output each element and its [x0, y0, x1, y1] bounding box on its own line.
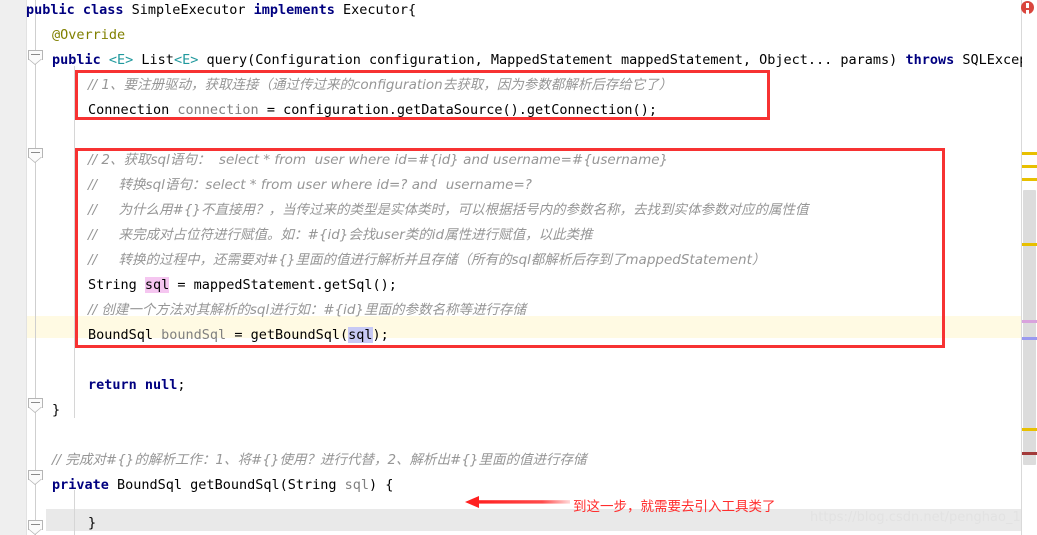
- code-token: public class: [26, 2, 132, 18]
- code-token: implements: [253, 2, 343, 18]
- code-line[interactable]: return null;: [88, 375, 186, 396]
- code-fold-icon[interactable]: [28, 50, 43, 65]
- code-token: boundSql: [161, 327, 227, 343]
- rail-marker[interactable]: [1022, 243, 1037, 246]
- code-token: ) {: [369, 477, 394, 493]
- code-line[interactable]: BoundSql boundSql = getBoundSql(sql);: [88, 325, 389, 346]
- code-token: private: [52, 477, 118, 493]
- annotation-note-text: 到这一步，就需要去引入工具类了: [573, 499, 776, 515]
- code-token: = getBoundSql(: [226, 327, 349, 343]
- arrow-icon: [465, 496, 570, 508]
- code-fold-icon[interactable]: [28, 470, 43, 485]
- code-token: // 2、获取sql语句： select * from user where i…: [88, 152, 669, 168]
- code-token: }: [88, 515, 97, 531]
- code-token: BoundSql getBoundSql(String: [117, 477, 345, 493]
- code-line[interactable]: }: [52, 400, 60, 421]
- code-line[interactable]: // 完成对#{}的解析工作：1、将#{}使用？进行代替，2、解析出#{}里面的…: [52, 450, 587, 471]
- code-token: <E>: [108, 52, 142, 68]
- code-token: ;: [177, 377, 186, 393]
- rail-marker[interactable]: [1022, 178, 1037, 181]
- rail-marker[interactable]: [1022, 452, 1037, 455]
- watermark-text: https://blog.csdn.net/penghao_1: [810, 510, 1021, 525]
- code-line[interactable]: Connection connection = configuration.ge…: [88, 100, 657, 121]
- code-token: // 转换的过程中，还需要对#{}里面的值进行解析并且存储（所有的sql都解析后…: [88, 252, 766, 268]
- code-token: throws: [905, 52, 963, 68]
- code-line[interactable]: // 创建一个方法对其解析的sql进行如：#{id}里面的参数名称等进行存储: [88, 300, 526, 321]
- code-token: SimpleExecutor: [131, 2, 254, 18]
- code-token: Connection: [88, 102, 178, 118]
- rail-marker[interactable]: [1022, 428, 1037, 431]
- indent-guide: [74, 490, 75, 535]
- code-line[interactable]: // 为什么用#{}不直接用？，当传过来的类型是实体类时，可以根据括号内的参数名…: [88, 200, 809, 221]
- code-fold-icon[interactable]: [28, 398, 43, 413]
- rail-marker[interactable]: [1022, 320, 1037, 323]
- code-token: }: [52, 402, 61, 418]
- code-line[interactable]: // 转换sql语句：select * from user where id=?…: [88, 175, 532, 196]
- code-line[interactable]: @Override: [52, 25, 125, 46]
- code-fold-icon[interactable]: [28, 520, 43, 535]
- code-token: connection: [177, 102, 259, 118]
- code-token: <E>: [173, 52, 199, 68]
- vertical-scrollbar-thumb[interactable]: [1023, 190, 1036, 465]
- fold-rail: [35, 0, 36, 535]
- code-line[interactable]: private BoundSql getBoundSql(String sql)…: [52, 475, 393, 496]
- code-token: = configuration.getDataSource().getConne…: [258, 102, 657, 118]
- code-token: // 转换sql语句：select * from user where id=?…: [88, 177, 532, 193]
- code-token: // 来完成对占位符进行赋值。如：#{id}会找user类的id属性进行赋值，以…: [88, 227, 593, 243]
- code-token: BoundSql: [88, 327, 162, 343]
- code-token: sql: [144, 277, 170, 293]
- code-line[interactable]: // 转换的过程中，还需要对#{}里面的值进行解析并且存储（所有的sql都解析后…: [88, 250, 765, 271]
- code-fold-icon[interactable]: [28, 148, 43, 163]
- code-token: = mappedStatement.getSql();: [169, 277, 397, 293]
- code-token: @Override: [52, 27, 126, 43]
- code-token: query(Configuration configuration, Mappe…: [198, 52, 906, 68]
- code-token: String: [88, 277, 145, 293]
- rail-marker[interactable]: [1022, 337, 1037, 340]
- rail-marker[interactable]: [1022, 152, 1037, 155]
- code-token: // 完成对#{}的解析工作：1、将#{}使用？进行代替，2、解析出#{}里面的…: [52, 452, 587, 468]
- code-token: sql: [348, 327, 373, 343]
- code-line[interactable]: public class SimpleExecutor implements E…: [26, 0, 416, 21]
- marker-rail[interactable]: [1021, 0, 1037, 535]
- error-badge-icon[interactable]: [1021, 1, 1034, 14]
- code-line[interactable]: // 来完成对占位符进行赋值。如：#{id}会找user类的id属性进行赋值，以…: [88, 225, 593, 246]
- code-line[interactable]: String sql = mappedStatement.getSql();: [88, 275, 397, 296]
- code-line[interactable]: // 1、要注册驱动，获取连接（通过传过来的configuration去获取，因…: [88, 75, 672, 96]
- code-token: public: [52, 52, 109, 68]
- code-line[interactable]: // 2、获取sql语句： select * from user where i…: [88, 150, 668, 171]
- code-token: );: [372, 327, 389, 343]
- code-token: // 创建一个方法对其解析的sql进行如：#{id}里面的参数名称等进行存储: [88, 302, 527, 318]
- code-token: sql: [344, 477, 369, 493]
- annotation-arrow: [465, 494, 575, 514]
- code-token: return null: [88, 377, 178, 393]
- editor-gutter[interactable]: [0, 0, 27, 535]
- code-line[interactable]: public <E> List<E> query(Configuration c…: [52, 50, 1037, 71]
- code-token: List: [141, 52, 174, 68]
- indent-guide: [74, 66, 75, 418]
- rail-marker[interactable]: [1022, 165, 1037, 168]
- code-line[interactable]: }: [88, 513, 96, 534]
- code-editor[interactable]: public class SimpleExecutor implements E…: [0, 0, 1037, 535]
- code-token: // 1、要注册驱动，获取连接（通过传过来的configuration去获取，因…: [88, 77, 673, 93]
- code-token: Executor{: [343, 2, 417, 18]
- code-token: // 为什么用#{}不直接用？，当传过来的类型是实体类时，可以根据括号内的参数名…: [88, 202, 809, 218]
